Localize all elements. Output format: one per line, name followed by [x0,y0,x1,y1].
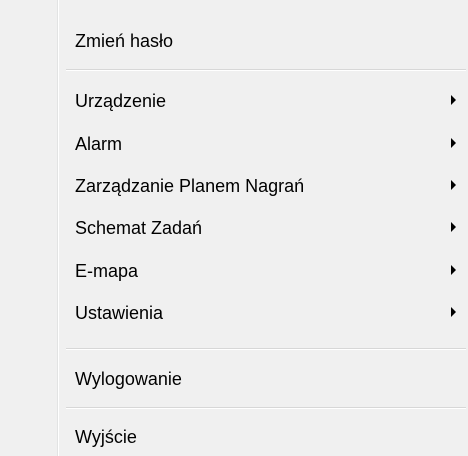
menu-item-recording-plan[interactable]: Zarządzanie Planem Nagrań [75,171,460,201]
menu-separator [66,407,466,409]
menu-item-label: E-mapa [75,261,139,281]
menu-item-label: Ustawienia [75,303,164,323]
menu-item-label: Schemat Zadań [75,218,203,238]
submenu-arrow-icon [451,265,456,275]
menu-item-exit[interactable]: Wyjście [75,422,460,452]
menu-item-change-password[interactable]: Zmień hasło [75,26,460,56]
menu-gutter-highlight [58,0,59,456]
menu-separator [66,69,466,71]
menu-item-settings[interactable]: Ustawienia [75,298,460,328]
menu-item-label: Wylogowanie [75,369,182,389]
submenu-arrow-icon [451,180,456,190]
context-menu: Zmień hasło Urządzenie Alarm Zarządzanie… [0,0,468,456]
menu-item-label: Alarm [75,134,123,154]
menu-item-label: Urządzenie [75,91,167,111]
menu-item-label: Wyjście [75,427,137,447]
menu-item-alarm[interactable]: Alarm [75,129,460,159]
menu-item-label: Zmień hasło [75,31,174,51]
submenu-arrow-icon [451,307,456,317]
menu-item-label: Zarządzanie Planem Nagrań [75,176,305,196]
submenu-arrow-icon [451,138,456,148]
menu-item-e-map[interactable]: E-mapa [75,256,460,286]
menu-item-device[interactable]: Urządzenie [75,86,460,116]
submenu-arrow-icon [451,95,456,105]
submenu-arrow-icon [451,222,456,232]
menu-separator [66,348,466,350]
menu-item-task-schedule[interactable]: Schemat Zadań [75,213,460,243]
menu-item-logout[interactable]: Wylogowanie [75,364,460,394]
